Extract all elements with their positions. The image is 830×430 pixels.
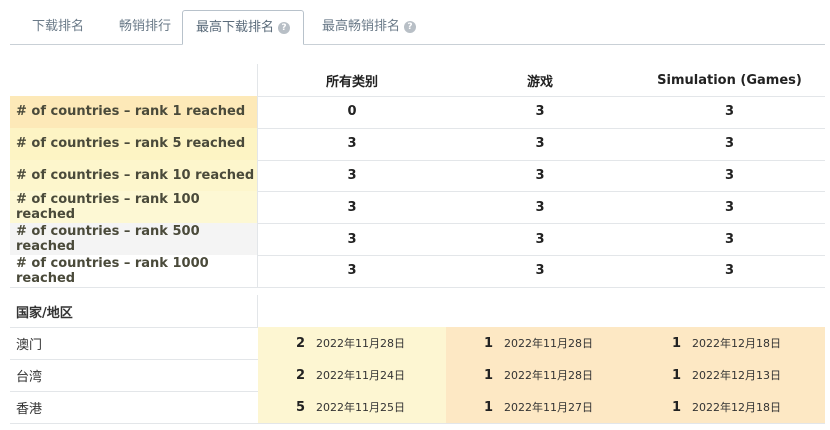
tab-label: 下载排名 <box>31 19 84 34</box>
rank-cell: 1 2022年12月13日 <box>634 359 825 391</box>
rank-row-label: # of countries – rank 10 reached <box>10 159 258 192</box>
table-header: 所有类别 游戏 Simulation (Games) <box>10 64 825 97</box>
cell-all: 0 <box>347 104 357 120</box>
rank-value: 1 <box>672 335 682 351</box>
cell-games: 3 <box>535 104 545 120</box>
table-row: # of countries – rank 100 reached 3 3 3 <box>10 191 825 225</box>
cell-games: 3 <box>535 231 545 247</box>
rank-value: 2 <box>296 367 306 383</box>
table-row: # of countries – rank 500 reached 3 3 3 <box>10 223 825 256</box>
column-header-simulation[interactable]: Simulation (Games) <box>634 64 825 96</box>
column-header-all[interactable]: 所有类别 <box>258 64 446 96</box>
rank-value: 1 <box>672 367 682 383</box>
rank-cell: 1 2022年11月28日 <box>446 327 634 359</box>
rank-date: 2022年11月28日 <box>504 337 593 350</box>
help-icon[interactable]: ? <box>278 22 290 34</box>
rank-value: 5 <box>296 399 306 415</box>
rank-date: 2022年12月13日 <box>692 369 781 382</box>
rank-cell: 1 2022年12月18日 <box>634 327 825 359</box>
rank-date: 2022年11月25日 <box>316 401 405 414</box>
cell-simulation: 3 <box>724 136 735 152</box>
country-header-row: 国家/地区 <box>10 295 825 328</box>
table-row: # of countries – rank 10 reached 3 3 3 <box>10 159 825 193</box>
rank-date: 2022年12月18日 <box>692 401 781 414</box>
cell-all: 3 <box>347 231 357 247</box>
cell-simulation: 3 <box>724 263 735 279</box>
rank-row-label: # of countries – rank 100 reached <box>10 191 258 224</box>
cell-games: 3 <box>535 167 545 183</box>
table-row: # of countries – rank 1 reached 0 3 3 <box>10 96 825 129</box>
rank-value: 2 <box>296 335 306 351</box>
table-row: 台湾 2 2022年11月24日 1 2022年11月28日 1 2022年12月13日 <box>10 359 825 392</box>
table-row: # of countries – rank 5 reached 3 3 3 <box>10 127 825 161</box>
tab-downloads-rank[interactable]: 下载排名 <box>10 10 106 44</box>
tab-label: 最高下载排名 <box>195 20 274 35</box>
cell-simulation: 3 <box>724 104 735 120</box>
country-name: 台湾 <box>16 369 43 385</box>
cell-simulation: 3 <box>724 199 735 215</box>
rank-cell: 5 2022年11月25日 <box>258 391 446 423</box>
table-row: # of countries – rank 1000 reached 3 3 3 <box>10 255 825 288</box>
rank-row-label: # of countries – rank 5 reached <box>10 127 258 160</box>
rank-cell: 1 2022年11月28日 <box>446 359 634 391</box>
rank-date: 2022年11月28日 <box>504 369 593 382</box>
tab-top-grossing[interactable]: 畅销排行 <box>106 10 184 44</box>
cell-all: 3 <box>347 263 357 279</box>
country-header: 国家/地区 <box>10 295 258 327</box>
rank-date: 2022年11月28日 <box>316 337 405 350</box>
help-icon[interactable]: ? <box>404 21 416 33</box>
cell-all: 3 <box>347 167 357 183</box>
cell-simulation: 3 <box>724 231 735 247</box>
cell-games: 3 <box>535 136 545 152</box>
cell-simulation: 3 <box>724 167 735 183</box>
tab-highest-grossing-rank[interactable]: 最高畅销排名? <box>310 10 428 44</box>
tab-label: 畅销排行 <box>118 19 171 34</box>
table-row: 澳门 2 2022年11月28日 1 2022年11月28日 1 2022年12月18日 <box>10 327 825 360</box>
column-header-games[interactable]: 游戏 <box>446 64 634 96</box>
rank-cell: 2 2022年11月24日 <box>258 359 446 391</box>
rank-row-label: # of countries – rank 1 reached <box>10 96 258 128</box>
rank-date: 2022年11月27日 <box>504 401 593 414</box>
rank-cell: 2 2022年11月28日 <box>258 327 446 359</box>
rank-value: 1 <box>484 399 494 415</box>
country-name: 香港 <box>16 401 43 417</box>
cell-all: 3 <box>347 136 357 152</box>
cell-games: 3 <box>535 263 545 279</box>
rank-value: 1 <box>484 367 494 383</box>
cell-games: 3 <box>535 199 545 215</box>
rank-value: 1 <box>484 335 494 351</box>
rank-value: 1 <box>672 399 682 415</box>
country-name: 澳门 <box>16 337 43 353</box>
rank-row-label: # of countries – rank 500 reached <box>10 223 258 255</box>
header-empty <box>10 64 258 96</box>
rank-cell: 1 2022年11月27日 <box>446 391 634 423</box>
cell-all: 3 <box>347 199 357 215</box>
table-row: 香港 5 2022年11月25日 1 2022年11月27日 1 2022年12月18日 <box>10 391 825 424</box>
rank-cell: 1 2022年12月18日 <box>634 391 825 423</box>
rank-date: 2022年11月24日 <box>316 369 405 382</box>
tab-highest-download-rank[interactable]: 最高下载排名? <box>182 10 304 45</box>
rank-date: 2022年12月18日 <box>692 337 781 350</box>
tab-bar: 下载排名 畅销排行 最高下载排名? 最高畅销排名? <box>10 10 825 45</box>
tab-label: 最高畅销排名 <box>321 19 400 34</box>
rank-row-label: # of countries – rank 1000 reached <box>10 255 258 287</box>
